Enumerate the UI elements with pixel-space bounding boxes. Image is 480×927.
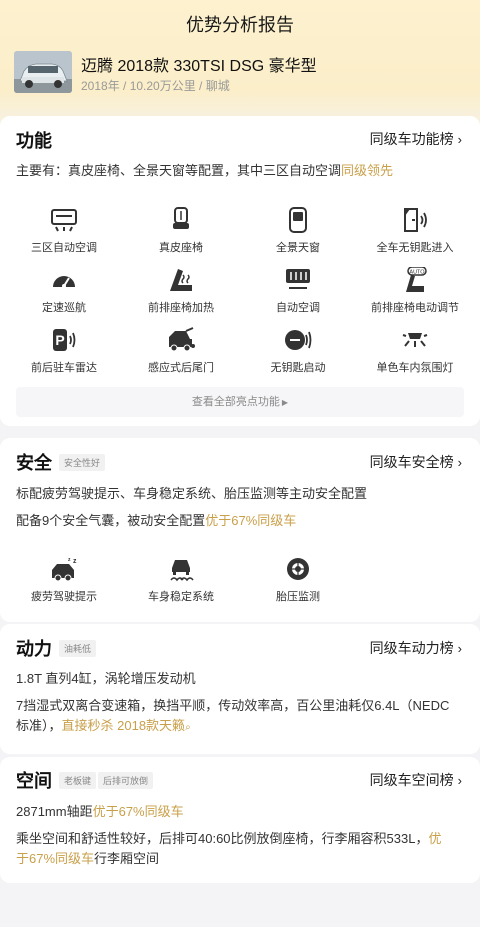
section-tag: 后排可放倒 — [98, 772, 154, 789]
space-line-3: 于67%同级车行李厢空间 — [16, 851, 160, 866]
fatigue-alert-icon: z z — [52, 557, 77, 582]
feature-item[interactable]: 全车无钥匙进入 — [360, 207, 470, 255]
rank-link-label: 同级车功能榜 — [369, 131, 454, 147]
feature-item[interactable]: AUTO 前排座椅电动调节 — [360, 267, 470, 315]
section-title: 空间 — [16, 771, 52, 791]
svg-text:z: z — [68, 557, 71, 563]
chevron-right-icon: › — [457, 455, 462, 470]
feature-label: 真皮座椅 — [159, 242, 203, 254]
feature-label: 定速巡航 — [42, 302, 86, 314]
feature-item[interactable]: 单色车内氛围灯 — [360, 327, 470, 375]
section-title: 动力 — [16, 639, 52, 659]
feature-label: 车身稳定系统 — [148, 591, 214, 603]
safety-feature-item[interactable]: 车身稳定系统 — [126, 556, 236, 604]
leather-seat-icon — [173, 207, 189, 229]
safety-section: 安全 安全性好 同级车安全榜 › 标配疲劳驾驶提示、车身稳定系统、胎压监测等主动安… — [0, 438, 480, 622]
section-title: 安全 — [16, 453, 52, 473]
feature-label: 前排座椅加热 — [148, 302, 214, 314]
feature-label: 无钥匙启动 — [270, 362, 326, 374]
sensor-tailgate-icon — [169, 327, 195, 352]
car-name: 迈腾 2018款 330TSI DSG 豪华型 — [81, 58, 317, 75]
triangle-right-icon: ▶ — [281, 398, 289, 407]
chevron-right-icon: › — [457, 132, 462, 147]
space-rank-link[interactable]: 同级车空间榜 › — [370, 770, 462, 790]
feature-label: 全车无钥匙进入 — [376, 242, 454, 254]
tire-pressure-icon — [287, 558, 309, 580]
svg-text:P: P — [55, 332, 64, 348]
safety-line-1: 标配疲劳驾驶提示、车身稳定系统、胎压监测等主动安全配置 — [16, 486, 368, 501]
keyless-start-icon — [285, 330, 312, 350]
keyless-entry-icon — [404, 208, 427, 232]
feature-label: 单色车内氛围灯 — [376, 362, 454, 374]
page-title: 优势分析报告 — [186, 15, 294, 35]
cruise-control-icon — [53, 276, 75, 288]
feature-item[interactable]: 前排座椅加热 — [126, 267, 236, 315]
rank-link-label: 同级车空间榜 — [369, 772, 454, 788]
section-title: 功能 — [16, 131, 52, 151]
space-section: 空间 老板键 后排可放倒 同级车空间榜 › 2871mm轴距优于67%同级车 乘坐… — [0, 757, 480, 883]
feature-label: 感应式后尾门 — [148, 362, 214, 374]
chevron-right-icon: › — [457, 773, 462, 788]
chevron-right-icon: › — [457, 641, 462, 656]
feature-item[interactable]: 真皮座椅 — [126, 207, 236, 255]
stability-control-icon — [170, 560, 194, 582]
ac-vent-icon — [51, 209, 77, 232]
space-line-2: 乘坐空间和舒适性较好，后排可40:60比例放倒座椅，行李厢容积533L，优 — [16, 831, 442, 846]
feature-label: 三区自动空调 — [31, 242, 97, 254]
safety-feature-item[interactable]: z z 疲劳驾驶提示 — [9, 556, 119, 604]
safety-rank-link[interactable]: 同级车安全榜 › — [370, 452, 462, 472]
compare-link[interactable]: 直接秒杀 2018款天籁 — [62, 718, 186, 733]
power-line-3: 标准），直接秒杀 2018款天籁⌕ — [16, 718, 191, 733]
feature-label: 全景天窗 — [276, 242, 320, 254]
feature-label: 前后驻车雷达 — [31, 362, 97, 374]
rank-link-label: 同级车动力榜 — [369, 640, 454, 656]
section-tag: 安全性好 — [59, 454, 106, 471]
feature-item[interactable]: 定速巡航 — [9, 267, 119, 315]
auto-ac-icon — [286, 269, 310, 289]
parking-radar-icon: P — [53, 329, 76, 351]
svg-text:z: z — [73, 558, 77, 565]
rank-link-label: 同级车安全榜 — [369, 454, 454, 470]
feature-item[interactable]: 无钥匙启动 — [243, 327, 353, 375]
power-line-2: 7挡湿式双离合变速箱，换挡平顺，传动效率高，百公里油耗仅6.4L（NEDC — [16, 698, 450, 713]
feature-item[interactable]: 三区自动空调 — [9, 207, 119, 255]
power-section: 动力 油耗低 同级车动力榜 › 1.8T 直列4缸，涡轮增压发动机 7挡湿式双离合… — [0, 624, 480, 754]
space-line-1: 2871mm轴距优于67%同级车 — [16, 804, 184, 819]
feature-item[interactable]: 感应式后尾门 — [126, 327, 236, 375]
search-icon: ⌕ — [185, 722, 191, 733]
section-tag: 老板键 — [59, 772, 97, 789]
function-summary: 主要有：真皮座椅、全景天窗等配置，其中三区自动空调同级领先 — [16, 163, 394, 178]
highlight-text: 优于67%同级车 — [92, 804, 184, 819]
function-rank-link[interactable]: 同级车功能榜 › — [370, 129, 462, 149]
car-meta: 2018年 / 10.20万公里 / 聊城 — [81, 79, 230, 93]
view-all-features-button[interactable]: 查看全部亮点功能 ▶ — [16, 387, 464, 417]
view-all-label: 查看全部亮点功能 — [191, 396, 280, 408]
feature-label: 前排座椅电动调节 — [371, 302, 459, 314]
safety-line-2: 配备9个安全气囊，被动安全配置优于67%同级车 — [16, 513, 297, 528]
feature-item[interactable]: 全景天窗 — [243, 207, 353, 255]
highlight-text: 同级领先 — [341, 163, 394, 178]
power-rank-link[interactable]: 同级车动力榜 › — [370, 638, 462, 658]
feature-item[interactable]: 自动空调 — [243, 267, 353, 315]
section-tag: 油耗低 — [59, 640, 97, 657]
feature-label: 疲劳驾驶提示 — [31, 591, 97, 603]
feature-item[interactable]: P 前后驻车雷达 — [9, 327, 119, 375]
sunroof-icon — [289, 207, 307, 233]
car-thumbnail[interactable] — [14, 51, 72, 93]
feature-label: 自动空调 — [276, 302, 320, 314]
highlight-text: 优于67%同级车 — [205, 513, 297, 528]
seat-heating-icon — [170, 269, 192, 291]
ambient-light-icon — [402, 333, 428, 347]
safety-feature-item[interactable]: 胎压监测 — [243, 556, 353, 604]
svg-text:AUTO: AUTO — [409, 270, 425, 276]
power-line-1: 1.8T 直列4缸，涡轮增压发动机 — [16, 671, 196, 686]
power-seat-icon: AUTO — [406, 267, 427, 292]
feature-label: 胎压监测 — [276, 591, 320, 603]
